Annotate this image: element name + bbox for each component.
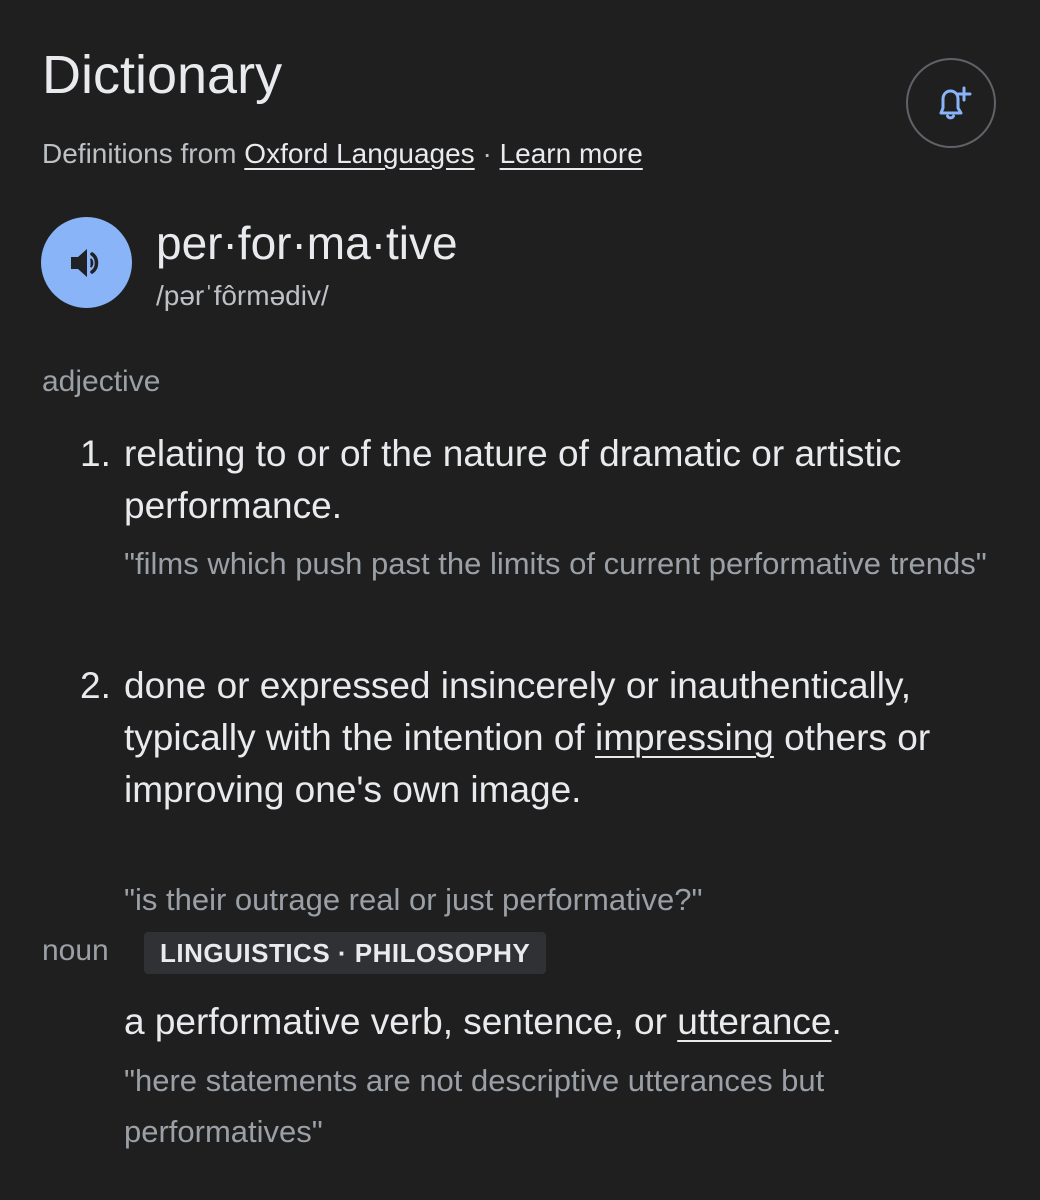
sense-definition-2: done or expressed insincerely or inauthe… — [124, 660, 1004, 816]
impressing-link[interactable]: impressing — [595, 717, 774, 758]
sense-number-2: 2. — [80, 665, 111, 706]
speaker-icon — [70, 248, 98, 277]
sense-number-1: 1. — [80, 433, 111, 474]
noun-example: "here statements are not descriptive utt… — [124, 1063, 825, 1149]
phonetic-spelling: /pərˈfôrmədiv/ — [156, 280, 329, 311]
definition-text: a performative verb, sentence, or — [124, 1001, 667, 1042]
headword: per·for·ma·tive — [156, 217, 458, 269]
definition-text: . — [831, 1001, 842, 1042]
separator: · — [482, 138, 492, 169]
set-alert-button[interactable] — [906, 58, 996, 148]
learn-more-link[interactable]: Learn more — [500, 138, 643, 169]
sense-definition-1: relating to or of the nature of dramatic… — [124, 433, 902, 526]
utterance-link[interactable]: utterance — [677, 1001, 831, 1042]
oxford-languages-link[interactable]: Oxford Languages — [244, 138, 474, 169]
pronunciation-button[interactable] — [41, 217, 132, 308]
subject-tag: LINGUISTICS · PHILOSOPHY — [144, 932, 547, 974]
page-title: Dictionary — [42, 45, 283, 105]
bell-plus-icon — [939, 86, 972, 120]
part-of-speech-noun: noun — [42, 934, 109, 967]
sense-example-2: "is their outrage real or just performat… — [124, 882, 703, 917]
sense-example-1: "films which push past the limits of cur… — [124, 546, 987, 581]
part-of-speech-adjective: adjective — [42, 365, 161, 398]
dictionary-card: Dictionary Definitions from Oxford Langu… — [0, 0, 1040, 1200]
noun-definition: a performative verb, sentence, or uttera… — [124, 996, 1004, 1048]
definitions-source: Definitions from Oxford Languages · Lear… — [42, 135, 643, 173]
source-prefix: Definitions from — [42, 138, 237, 169]
